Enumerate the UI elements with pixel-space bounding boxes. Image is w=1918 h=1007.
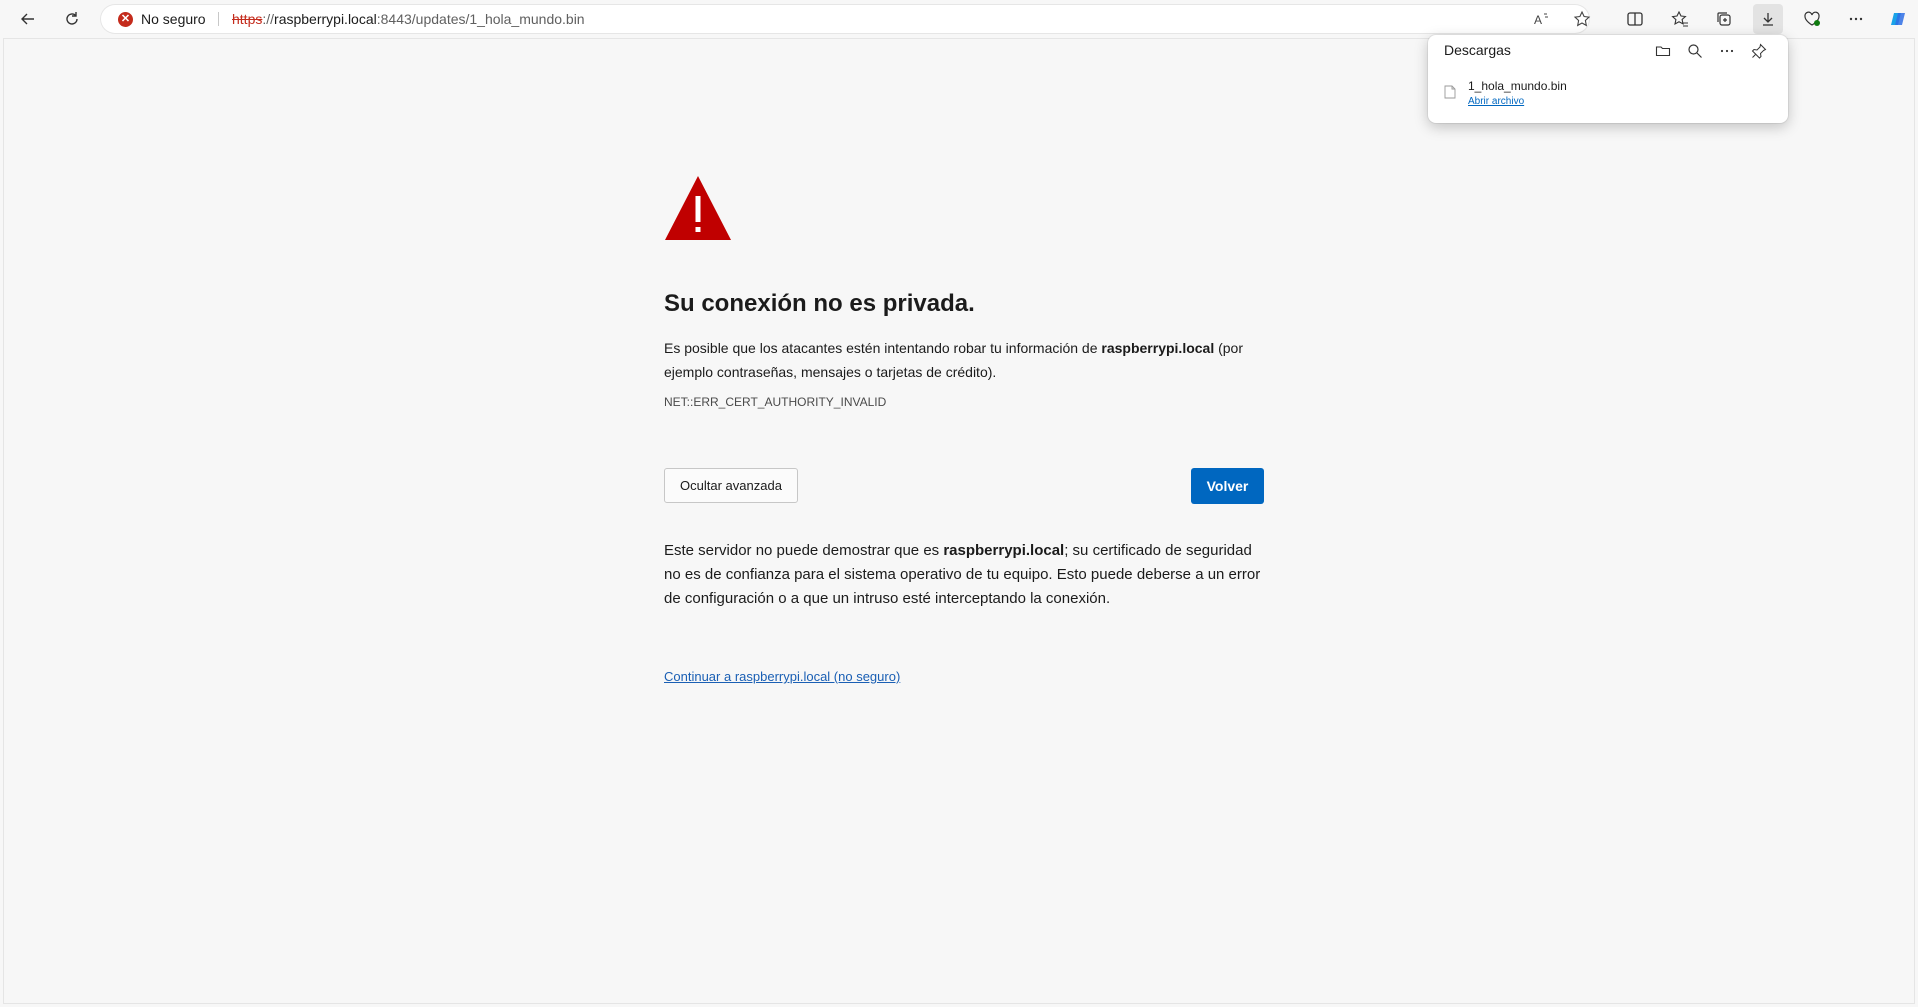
security-label: No seguro bbox=[141, 11, 206, 27]
back-icon[interactable] bbox=[13, 4, 43, 34]
collections-icon[interactable] bbox=[1709, 4, 1739, 34]
svg-text:A: A bbox=[1534, 13, 1542, 27]
detail-host: raspberrypi.local bbox=[943, 542, 1065, 559]
pin-icon[interactable] bbox=[1750, 42, 1768, 60]
search-icon[interactable] bbox=[1686, 42, 1704, 60]
proceed-unsafe-link[interactable]: Continuar a raspberrypi.local (no seguro… bbox=[664, 669, 900, 684]
favorites-icon[interactable] bbox=[1665, 4, 1695, 34]
address-bar[interactable]: ✕ No seguro https://raspberrypi.local:84… bbox=[100, 4, 1591, 34]
url-text[interactable]: https://raspberrypi.local:8443/updates/1… bbox=[232, 4, 585, 34]
intro-text: Es posible que los atacantes estén inten… bbox=[664, 336, 1264, 384]
url-separator: :// bbox=[262, 11, 275, 27]
refresh-icon[interactable] bbox=[57, 4, 87, 34]
browser-essentials-icon[interactable] bbox=[1797, 4, 1827, 34]
downloads-title: Descargas bbox=[1444, 42, 1511, 58]
back-button[interactable]: Volver bbox=[1191, 468, 1264, 504]
browser-toolbar: ✕ No seguro https://raspberrypi.local:84… bbox=[0, 0, 1918, 38]
intro-prefix: Es posible que los atacantes estén inten… bbox=[664, 340, 1102, 356]
open-folder-icon[interactable] bbox=[1654, 42, 1672, 60]
favorite-star-icon[interactable] bbox=[1573, 10, 1591, 28]
downloads-icon[interactable] bbox=[1753, 4, 1783, 34]
read-aloud-icon[interactable]: A bbox=[1533, 10, 1551, 28]
more-options-icon[interactable] bbox=[1718, 42, 1736, 60]
file-icon bbox=[1444, 85, 1456, 99]
more-options-icon[interactable] bbox=[1841, 4, 1871, 34]
detail-text: Este servidor no puede demostrar que es … bbox=[664, 539, 1264, 611]
security-indicator[interactable]: ✕ No seguro bbox=[118, 4, 206, 34]
url-scheme: https bbox=[232, 11, 263, 27]
copilot-icon[interactable] bbox=[1883, 4, 1913, 34]
downloads-panel: Descargas 1_hola_mundo.bin Abrir archivo bbox=[1428, 35, 1788, 123]
page-viewport: Su conexión no es privada. Es posible qu… bbox=[3, 38, 1915, 1004]
warning-triangle-icon bbox=[665, 176, 731, 240]
url-path: :8443/updates/1_hola_mundo.bin bbox=[376, 11, 585, 27]
hide-advanced-button[interactable]: Ocultar avanzada bbox=[664, 468, 798, 503]
intro-host: raspberrypi.local bbox=[1101, 340, 1215, 356]
split-screen-icon[interactable] bbox=[1620, 4, 1650, 34]
download-file-name[interactable]: 1_hola_mundo.bin bbox=[1468, 79, 1567, 93]
open-file-link[interactable]: Abrir archivo bbox=[1468, 96, 1524, 107]
error-code: NET::ERR_CERT_AUTHORITY_INVALID bbox=[664, 395, 887, 409]
detail-prefix: Este servidor no puede demostrar que es bbox=[664, 542, 944, 559]
page-title: Su conexión no es privada. bbox=[664, 290, 975, 317]
url-host: raspberrypi.local bbox=[274, 11, 377, 27]
not-secure-icon: ✕ bbox=[118, 11, 133, 27]
url-divider bbox=[218, 12, 219, 26]
